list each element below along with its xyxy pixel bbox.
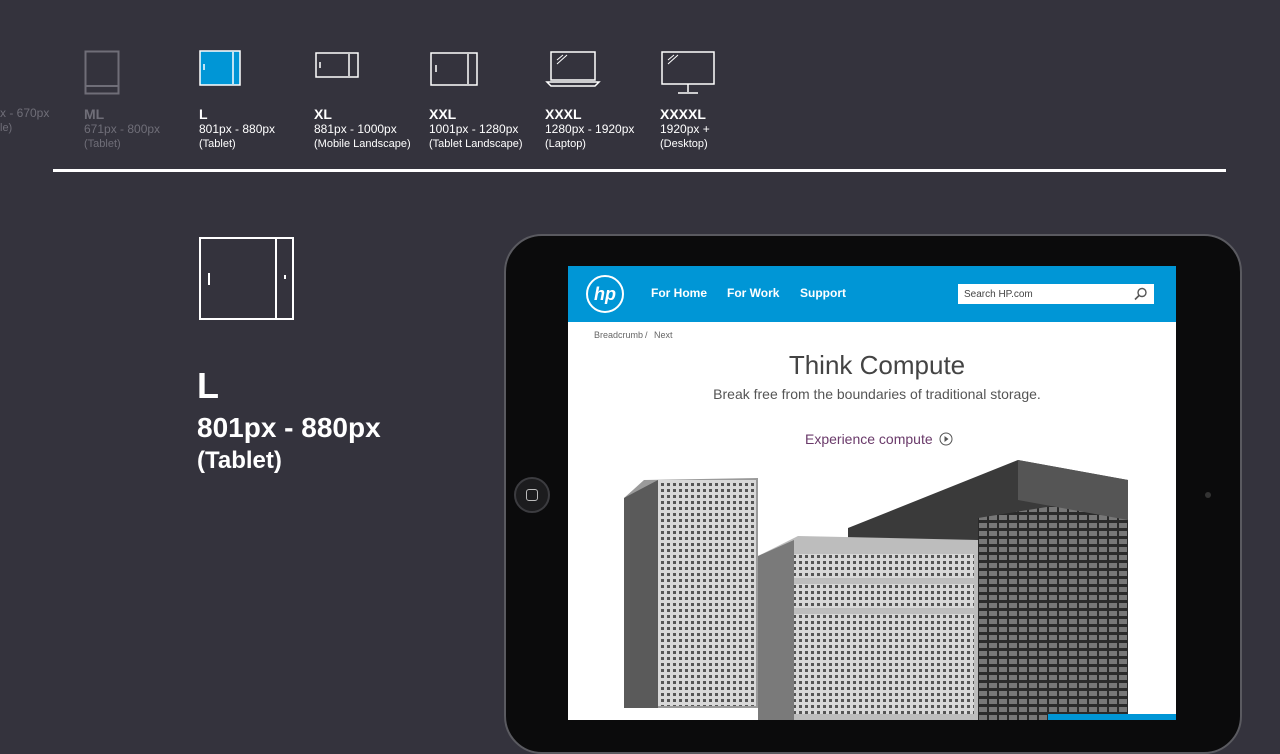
breakpoint-name: XL (314, 106, 332, 122)
breakpoint-range: 1280px - 1920px (545, 122, 635, 136)
breakpoint-name: XXXL (545, 106, 582, 122)
server-hardware-image (624, 460, 1128, 720)
breakpoint-range: 881px - 1000px (314, 122, 397, 136)
breakpoint-name: L (199, 106, 208, 122)
breadcrumb-current[interactable]: Next (654, 330, 673, 340)
breakpoint-xxxl[interactable]: XXXL 1280px - 1920px (Laptop) (545, 50, 675, 151)
search-input[interactable] (958, 284, 1124, 305)
breakpoint-range: 801px - 880px (199, 122, 276, 136)
breakpoint-name: XXL (429, 106, 457, 122)
breakpoint-range: 1001px - 1280px (429, 122, 519, 136)
search-box (958, 284, 1154, 305)
selected-breakpoint: L 801px - 880px (Tablet) (197, 368, 381, 476)
breakpoint-device: (Tablet Landscape) (429, 138, 523, 150)
search-icon[interactable] (1134, 287, 1148, 301)
tablet-landscape-icon (430, 52, 478, 86)
play-circle-icon (939, 432, 953, 446)
breakpoint-range: 671px - 800px (84, 122, 161, 136)
breakpoint-device: (Laptop) (545, 138, 586, 150)
site-header: hp For Home For Work Support (568, 266, 1176, 322)
tablet-portrait-icon (84, 50, 120, 95)
breadcrumb-separator: / (645, 330, 648, 340)
hp-logo[interactable]: hp (586, 275, 624, 313)
breakpoint-l[interactable]: L 801px - 880px (Tablet) (199, 50, 329, 151)
selected-breakpoint-device: (Tablet) (197, 447, 282, 474)
breakpoint-device: (Tablet) (199, 138, 236, 150)
hero-title: Think Compute (788, 350, 966, 380)
breakpoint-range: 1920px + (660, 122, 710, 136)
nav-for-home[interactable]: For Home (651, 286, 707, 300)
breakpoint-name: ML (84, 106, 105, 122)
selected-breakpoint-name: L (197, 365, 219, 406)
cta-link[interactable]: Experience compute (805, 431, 953, 447)
desktop-monitor-icon (661, 51, 715, 94)
nav-for-work[interactable]: For Work (727, 286, 779, 300)
cta-label: Experience compute (805, 431, 933, 447)
tablet-large-icon (199, 237, 294, 320)
breakpoint-xl[interactable]: XL 881px - 1000px (Mobile Landscape) (314, 50, 444, 151)
tablet-icon-active (199, 50, 241, 86)
breakpoint-ml[interactable]: ML 671px - 800px (Tablet) (84, 50, 214, 151)
tablet-camera (1205, 492, 1211, 498)
breadcrumb-link[interactable]: Breadcrumb (594, 330, 643, 340)
phone-landscape-icon (315, 52, 359, 78)
breakpoint-device: (Mobile Landscape) (314, 138, 411, 150)
bottom-strip (1048, 714, 1176, 720)
laptop-icon (545, 51, 601, 87)
breakpoint-name: XXXXL (660, 106, 706, 122)
breakpoint-device: (Tablet) (84, 138, 121, 150)
selected-breakpoint-range: 801px - 880px (197, 412, 381, 443)
breakpoint-xxxxl[interactable]: XXXXL 1920px + (Desktop) (660, 50, 790, 151)
hero-subtitle: Break free from the boundaries of tradit… (713, 386, 1041, 402)
breakpoint-xxl[interactable]: XXL 1001px - 1280px (Tablet Landscape) (429, 50, 559, 151)
nav-support[interactable]: Support (800, 286, 846, 300)
tablet-home-button (514, 477, 550, 513)
divider (53, 169, 1226, 172)
breakpoint-device: (Desktop) (660, 138, 708, 150)
tablet-screen: hp For Home For Work Support Breadcrumb … (568, 266, 1176, 720)
